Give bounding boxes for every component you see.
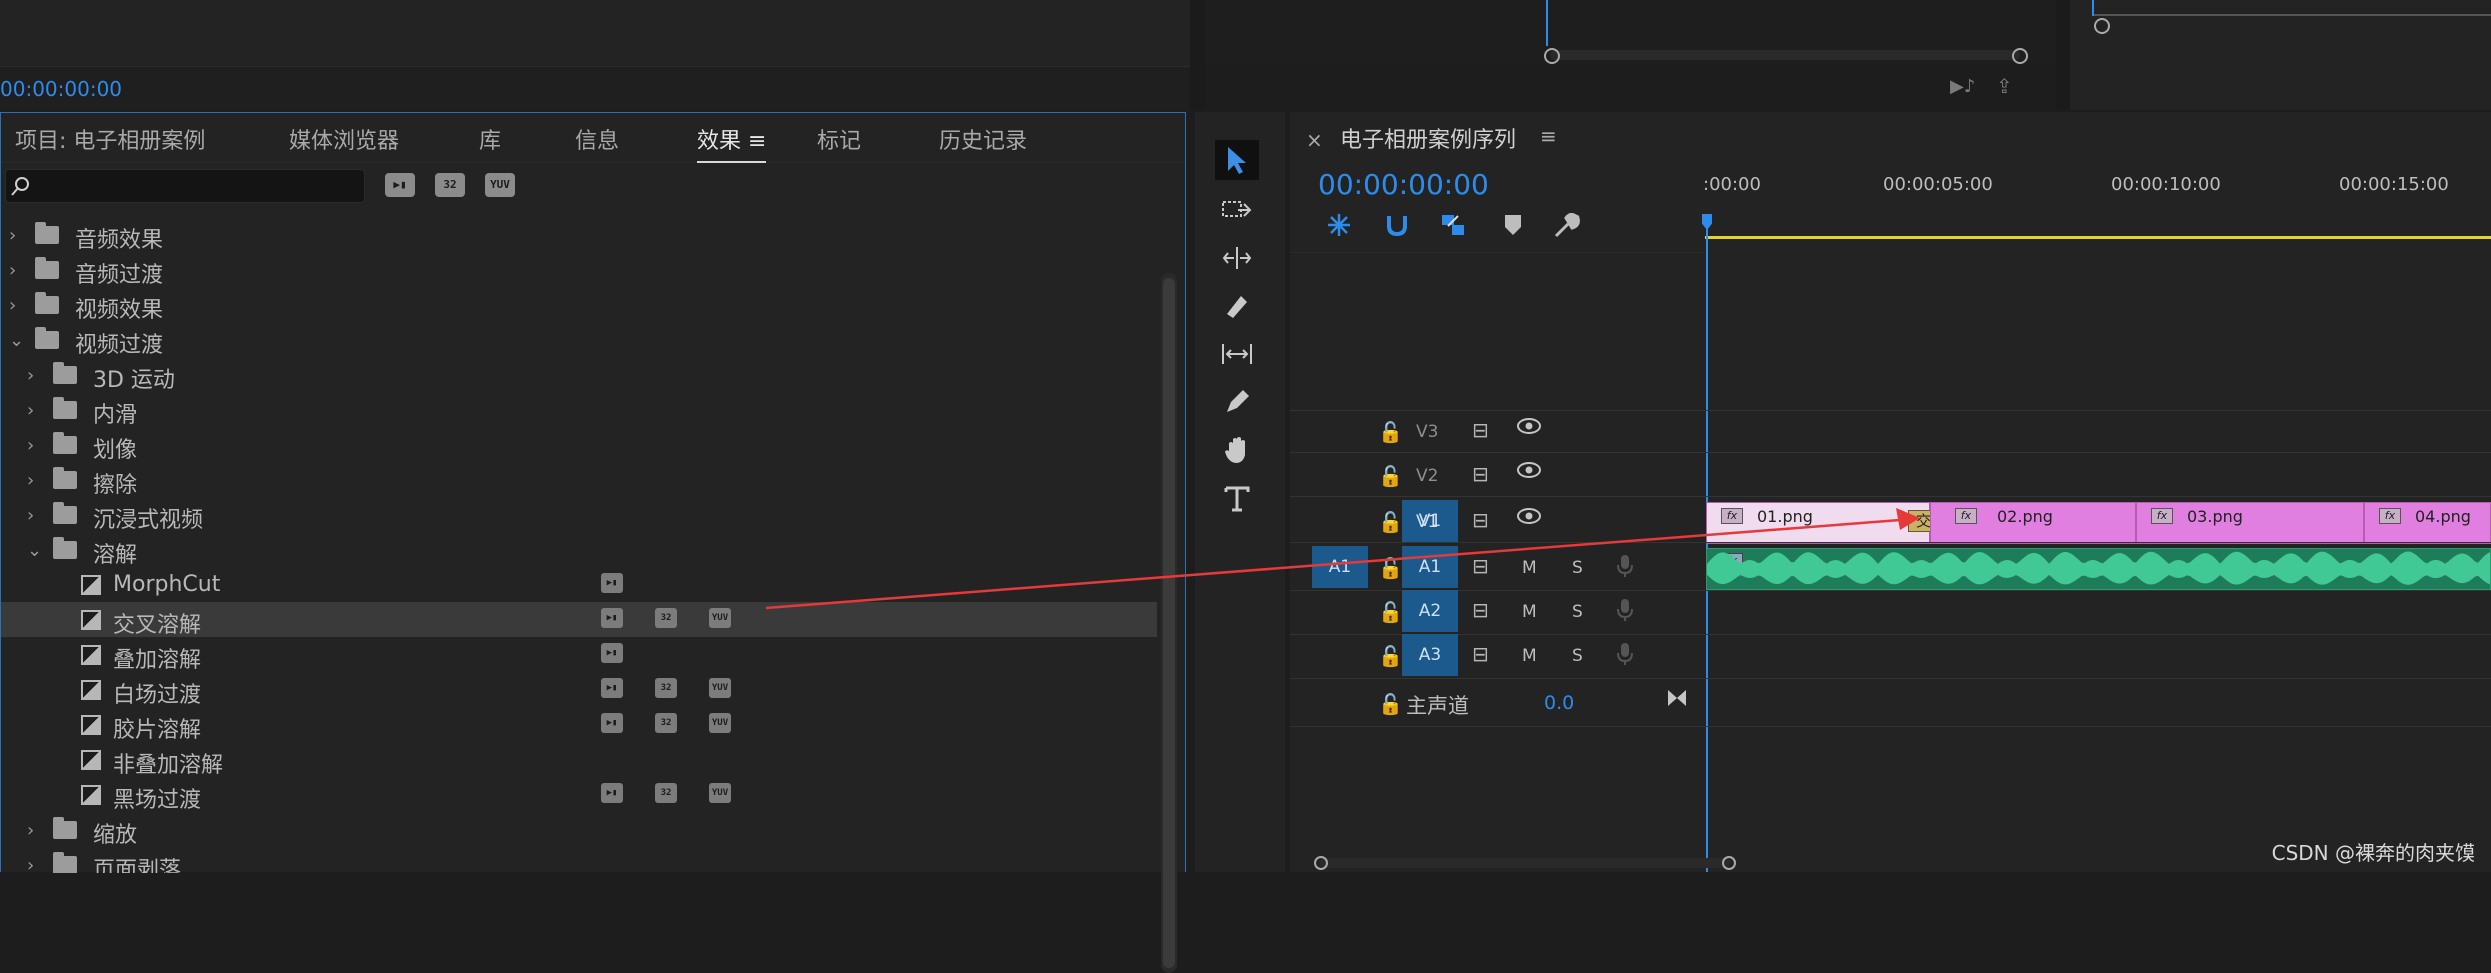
drag-arrow-head: [1896, 508, 1920, 530]
drag-arrow-overlay: [765, 508, 1920, 610]
drag-arrow-line: [765, 518, 1901, 610]
